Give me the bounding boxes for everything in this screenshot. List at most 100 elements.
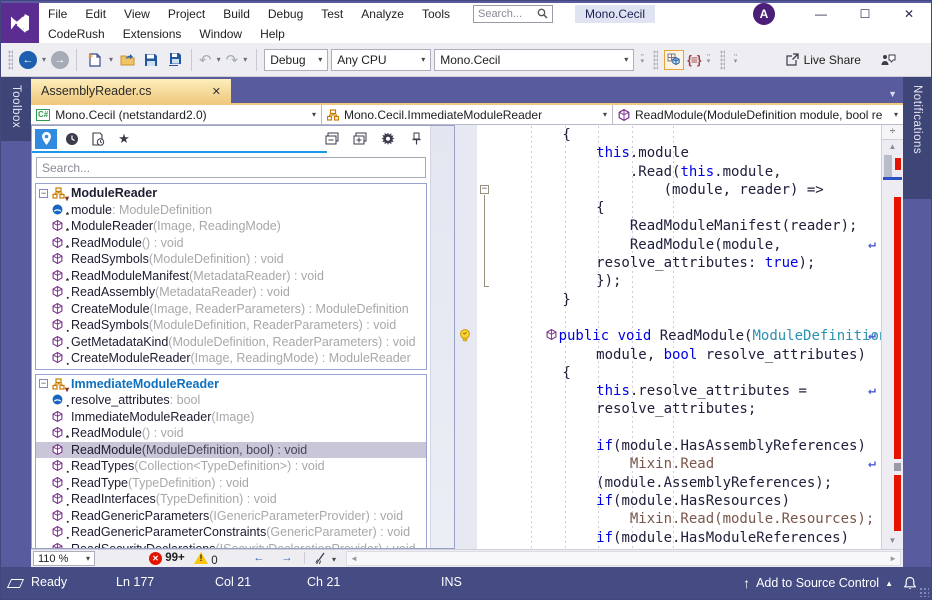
code-line[interactable]: ReadModule(module,↵ bbox=[455, 236, 881, 254]
favorites-button[interactable]: ★ bbox=[113, 129, 135, 149]
breadcrumb-member[interactable]: ReadModule(ModuleDefinition module, bool… bbox=[613, 105, 903, 124]
add-to-source-control-button[interactable]: ↑ Add to Source Control ▲ bbox=[743, 575, 893, 591]
document-list-dropdown-icon[interactable]: ▼ bbox=[888, 89, 897, 99]
member-row[interactable]: ▪ReadAssembly(MetadataReader) : void bbox=[36, 284, 426, 301]
maximize-button[interactable]: ☐ bbox=[843, 3, 887, 24]
splitter-handle-icon[interactable]: ÷ bbox=[882, 125, 903, 140]
code-line[interactable]: public void ReadModule(ModuleDefinition↵ bbox=[455, 327, 881, 345]
member-row[interactable]: ReadSymbols(ModuleDefinition) : void bbox=[36, 251, 426, 268]
member-row[interactable]: ▪ReadGenericParameterConstraints(Generic… bbox=[36, 524, 426, 541]
scrollbar-thumb[interactable] bbox=[884, 155, 892, 177]
members-search-input[interactable]: Search... bbox=[36, 157, 426, 178]
class-node[interactable]: −▾ImmediateModuleReader bbox=[36, 376, 426, 393]
menu-item-help[interactable]: Help bbox=[251, 25, 294, 43]
new-file-icon[interactable] bbox=[84, 50, 104, 70]
member-row[interactable]: *ModuleReader(Image, ReadingMode) bbox=[36, 218, 426, 235]
member-row[interactable]: ReadModule(ModuleDefinition, bool) : voi… bbox=[36, 442, 426, 459]
members-scrollbar[interactable] bbox=[430, 126, 454, 548]
code-line[interactable]: }); bbox=[455, 272, 881, 290]
settings-button[interactable] bbox=[377, 129, 399, 149]
pending-changes-icon[interactable] bbox=[9, 577, 22, 591]
code-line[interactable]: { bbox=[455, 364, 881, 382]
history-button[interactable] bbox=[61, 129, 83, 149]
code-cleanup-dropdown[interactable]: ▾ bbox=[332, 555, 336, 564]
pin-panel-button[interactable] bbox=[405, 129, 427, 149]
next-issue-icon[interactable]: → bbox=[281, 552, 293, 564]
code-line[interactable]: { bbox=[455, 126, 881, 144]
solution-name[interactable]: Mono.Cecil bbox=[575, 5, 655, 23]
live-share-button[interactable]: Live Share bbox=[784, 53, 861, 67]
member-row[interactable]: *ReadModuleManifest(MetadataReader) : vo… bbox=[36, 268, 426, 285]
redo-icon[interactable]: ↷ bbox=[226, 51, 239, 69]
solution-explorer-sync-icon[interactable] bbox=[664, 50, 684, 70]
prev-issue-icon[interactable]: ← bbox=[253, 552, 265, 564]
redo-dropdown[interactable]: ▾ bbox=[241, 55, 249, 64]
toolbox-tab[interactable]: Toolbox bbox=[1, 77, 31, 141]
tab-assemblyreader[interactable]: AssemblyReader.cs ✕ bbox=[31, 79, 231, 103]
breadcrumb-type[interactable]: Mono.Cecil.ImmediateModuleReader▾ bbox=[322, 105, 613, 124]
code-line[interactable]: if(module.HasAssemblyReferences) bbox=[455, 437, 881, 455]
member-row[interactable]: *ReadModule() : void bbox=[36, 425, 426, 442]
code-line[interactable] bbox=[455, 419, 881, 437]
zoom-level-combo[interactable]: 110 %▾ bbox=[33, 551, 95, 566]
status-column[interactable]: Col 21 bbox=[215, 575, 251, 589]
member-row[interactable]: ▪ReadInterfaces(TypeDefinition) : void bbox=[36, 491, 426, 508]
solution-configuration-combo[interactable]: Debug▾ bbox=[264, 49, 328, 71]
class-node[interactable]: −▾ModuleReader bbox=[36, 185, 426, 202]
account-avatar[interactable]: A bbox=[753, 3, 775, 25]
code-cleanup-icon[interactable] bbox=[315, 552, 329, 568]
member-row[interactable]: ▪resolve_attributes : bool bbox=[36, 392, 426, 409]
menu-item-tools[interactable]: Tools bbox=[413, 5, 459, 23]
recent-files-button[interactable] bbox=[87, 129, 109, 149]
code-line[interactable] bbox=[455, 309, 881, 327]
menu-item-project[interactable]: Project bbox=[159, 5, 214, 23]
menu-item-window[interactable]: Window bbox=[190, 25, 251, 43]
menu-item-analyze[interactable]: Analyze bbox=[352, 5, 413, 23]
code-line[interactable]: .Read(this.module, bbox=[455, 163, 881, 181]
fold-collapse-icon[interactable]: − bbox=[480, 185, 489, 194]
minimize-button[interactable]: — bbox=[799, 3, 843, 24]
member-row[interactable]: ▪ReadSymbols(ModuleDefinition, ReaderPar… bbox=[36, 317, 426, 334]
toolbar-overflow-icon[interactable]: ▾ bbox=[731, 56, 741, 64]
code-line[interactable]: resolve_attributes: true); bbox=[455, 254, 881, 272]
lightbulb-icon[interactable] bbox=[459, 329, 471, 343]
bell-icon[interactable] bbox=[903, 576, 917, 591]
menu-item-edit[interactable]: Edit bbox=[76, 5, 115, 23]
member-row[interactable]: ▪ReadGenericParameters(IGenericParameter… bbox=[36, 508, 426, 525]
coderush-icon[interactable]: {≡} bbox=[687, 53, 700, 67]
code-line[interactable]: (module, reader) => bbox=[455, 181, 881, 199]
status-line[interactable]: Ln 177 bbox=[116, 575, 154, 589]
code-line[interactable]: if(module.HasModuleReferences) bbox=[455, 529, 881, 547]
code-line[interactable]: Mixin.Read↵ bbox=[455, 455, 881, 473]
member-row[interactable]: *ReadModule() : void bbox=[36, 235, 426, 252]
member-row[interactable]: ▪CreateModuleReader(Image, ReadingMode) … bbox=[36, 350, 426, 367]
navigate-forward-button[interactable]: → bbox=[51, 51, 69, 69]
solution-platform-combo[interactable]: Any CPU▾ bbox=[331, 49, 431, 71]
collapse-all-button[interactable] bbox=[321, 129, 343, 149]
notifications-tab[interactable]: Notifications bbox=[903, 77, 931, 199]
editor-vertical-scrollbar[interactable]: ÷ ▲ ▼ bbox=[881, 125, 903, 549]
menu-item-debug[interactable]: Debug bbox=[259, 5, 312, 23]
member-row[interactable]: CreateModule(Image, ReaderParameters) : … bbox=[36, 301, 426, 318]
member-row[interactable]: ▪GetMetadataKind(ModuleDefinition, Reade… bbox=[36, 334, 426, 351]
expand-all-button[interactable] bbox=[349, 129, 371, 149]
code-line[interactable]: if(module.HasResources) bbox=[455, 492, 881, 510]
startup-project-combo[interactable]: Mono.Cecil▾ bbox=[434, 49, 634, 71]
new-file-dropdown[interactable]: ▾ bbox=[107, 55, 115, 64]
toolbar-overflow-icon[interactable]: ▾ bbox=[637, 56, 647, 64]
member-row[interactable]: ImmediateModuleReader(Image) bbox=[36, 409, 426, 426]
scroll-up-icon[interactable]: ▲ bbox=[882, 142, 903, 151]
code-line[interactable]: resolve_attributes; bbox=[455, 400, 881, 418]
code-line[interactable]: this.resolve_attributes =↵ bbox=[455, 382, 881, 400]
code-line[interactable]: (module.AssemblyReferences); bbox=[455, 474, 881, 492]
save-icon[interactable] bbox=[141, 50, 161, 70]
tab-close-icon[interactable]: ✕ bbox=[212, 85, 221, 98]
member-row[interactable]: ReadSecurityDeclarations(ISecurityDeclar… bbox=[36, 541, 426, 549]
title-search-input[interactable]: Search... bbox=[473, 5, 553, 23]
status-char[interactable]: Ch 21 bbox=[307, 575, 340, 589]
save-all-icon[interactable] bbox=[164, 50, 184, 70]
toolbar-overflow-icon[interactable]: ▾ bbox=[704, 56, 714, 64]
error-count[interactable]: ✕ 99+ bbox=[149, 552, 185, 565]
menu-item-view[interactable]: View bbox=[115, 5, 159, 23]
toolbar-grip[interactable] bbox=[8, 50, 13, 70]
